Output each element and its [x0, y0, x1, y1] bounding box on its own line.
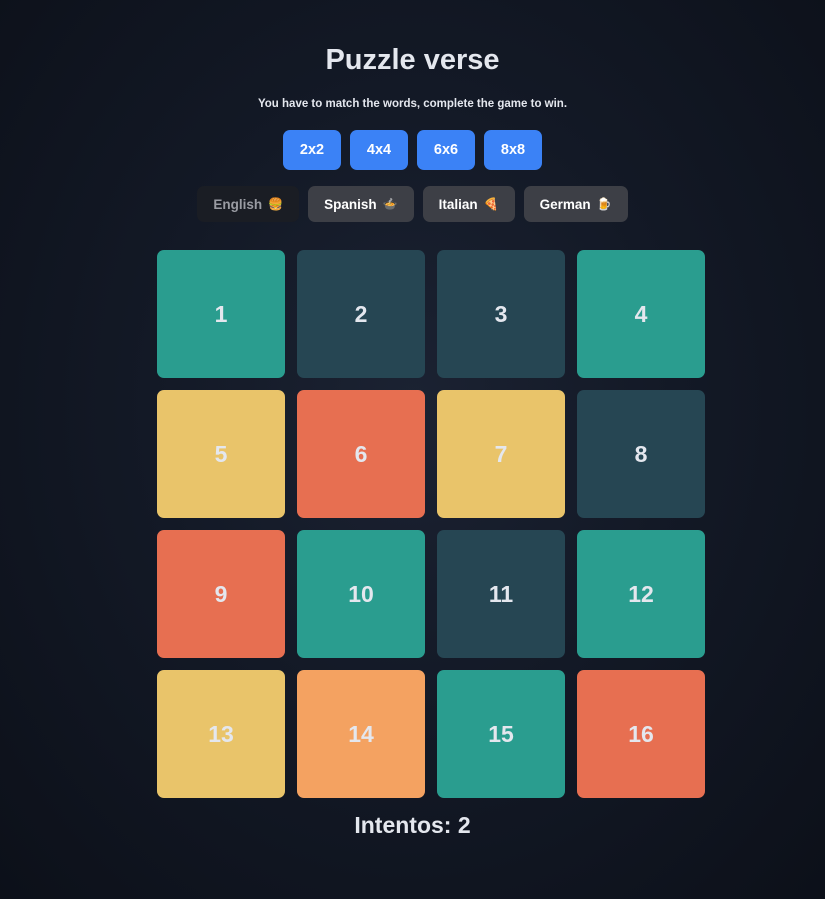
pizza-icon: 🍕	[483, 197, 499, 211]
card-tile-1[interactable]: 1	[157, 250, 285, 378]
size-button-8x8[interactable]: 8x8	[484, 130, 542, 170]
beer-mug-icon: 🍺	[596, 197, 612, 211]
card-tile-11[interactable]: 11	[437, 530, 565, 658]
card-tile-8[interactable]: 8	[577, 390, 705, 518]
page-subtitle: You have to match the words, complete th…	[257, 98, 568, 110]
card-tile-6[interactable]: 6	[297, 390, 425, 518]
language-selector: English 🍔 Spanish 🍲 Italian 🍕 German 🍺	[0, 186, 825, 222]
language-button-italian[interactable]: Italian 🍕	[422, 186, 515, 222]
card-tile-15[interactable]: 15	[437, 670, 565, 798]
page-title: Puzzle verse	[325, 44, 500, 76]
card-tile-3[interactable]: 3	[437, 250, 565, 378]
card-tile-7[interactable]: 7	[437, 390, 565, 518]
language-button-english[interactable]: English 🍔	[197, 186, 300, 222]
language-label: Italian	[438, 196, 478, 212]
card-tile-4[interactable]: 4	[577, 250, 705, 378]
attempts-counter: Intentos: 2	[354, 812, 471, 838]
language-button-spanish[interactable]: Spanish 🍲	[308, 186, 414, 222]
size-button-4x4[interactable]: 4x4	[350, 130, 408, 170]
language-label: English	[213, 196, 263, 212]
game-app: Puzzle verse You have to match the words…	[0, 0, 825, 899]
burger-icon: 🍔	[268, 197, 284, 211]
card-tile-13[interactable]: 13	[157, 670, 285, 798]
card-tile-5[interactable]: 5	[157, 390, 285, 518]
grid-size-selector: 2x2 4x4 6x6 8x8	[0, 130, 825, 170]
stew-bowl-icon: 🍲	[382, 197, 398, 211]
card-tile-12[interactable]: 12	[577, 530, 705, 658]
card-tile-9[interactable]: 9	[157, 530, 285, 658]
game-board: 1 2 3 4 5 6 7 8 9 10 11 12 13 14 15 16	[157, 250, 705, 798]
card-tile-2[interactable]: 2	[297, 250, 425, 378]
language-button-german[interactable]: German 🍺	[523, 186, 628, 222]
card-tile-14[interactable]: 14	[297, 670, 425, 798]
card-tile-10[interactable]: 10	[297, 530, 425, 658]
card-tile-16[interactable]: 16	[577, 670, 705, 798]
language-label: German	[539, 196, 591, 212]
size-button-2x2[interactable]: 2x2	[283, 130, 341, 170]
size-button-6x6[interactable]: 6x6	[417, 130, 475, 170]
language-label: Spanish	[324, 196, 377, 212]
